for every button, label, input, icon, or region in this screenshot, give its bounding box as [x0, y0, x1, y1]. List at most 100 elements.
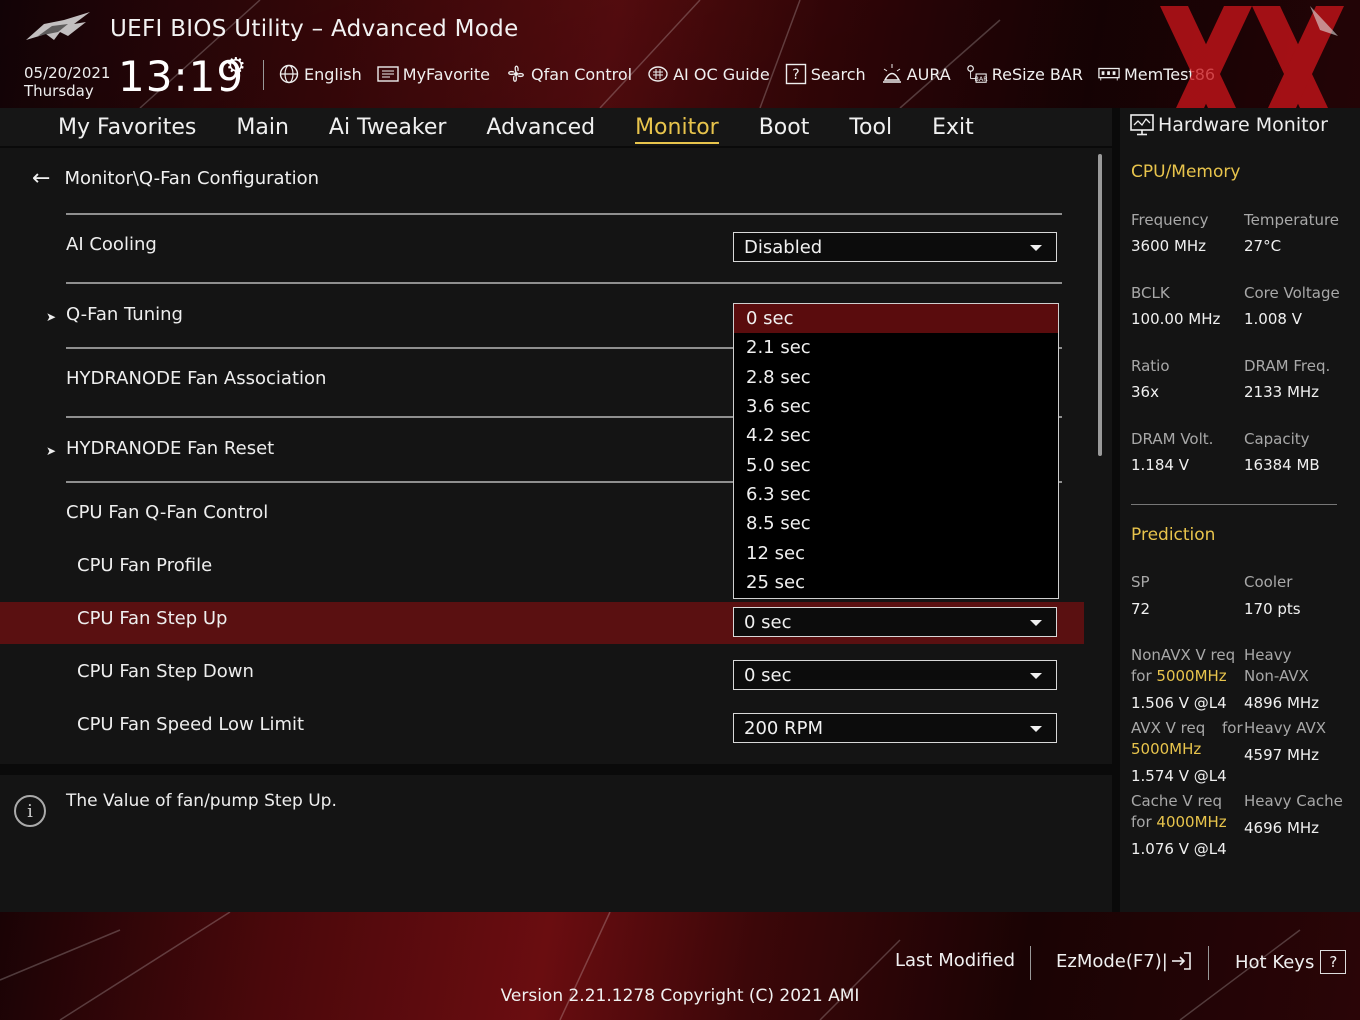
heavy-cache-value: 4696 MHz: [1244, 819, 1320, 837]
footer-links: Last Modified EzMode(F7)| Hot Keys ?: [0, 946, 1360, 980]
toolbar-english[interactable]: English: [278, 62, 362, 86]
cpu-fan-profile-label: CPU Fan Profile: [77, 555, 213, 576]
toolbar-qfan-control-label: Qfan Control: [531, 64, 633, 84]
cpu-fan-speed-low-limit-select[interactable]: 200 RPM: [733, 713, 1057, 743]
dropdown-option[interactable]: 4.2 sec: [734, 421, 1058, 450]
prediction-heading: Prediction: [1131, 525, 1216, 545]
cpu-fan-qfan-control-label: CPU Fan Q-Fan Control: [66, 502, 269, 523]
dropdown-option[interactable]: 0 sec: [734, 304, 1058, 334]
help-panel: i The Value of fan/pump Step Up.: [0, 775, 1112, 912]
svg-text:BAR: BAR: [974, 75, 987, 83]
rog-logo: [26, 12, 90, 40]
dram-volt-value: 1.184 V: [1131, 456, 1189, 474]
chevron-down-icon: [1030, 620, 1042, 626]
cpu-fan-step-down-select[interactable]: 0 sec: [733, 660, 1057, 690]
toolbar-qfan-control[interactable]: Qfan Control: [505, 62, 632, 86]
dram-freq-label: DRAM Freq.: [1244, 357, 1331, 375]
hydranode-association-label: HYDRANODE Fan Association: [66, 368, 327, 389]
help-text: The Value of fan/pump Step Up.: [66, 791, 337, 811]
dropdown-option[interactable]: 8.5 sec: [734, 509, 1058, 538]
dropdown-option[interactable]: 25 sec: [734, 568, 1058, 597]
header-separator: [263, 60, 264, 90]
heavy-cache-label: Heavy Cache: [1244, 792, 1343, 810]
toolbar-aura[interactable]: AURA: [881, 62, 951, 86]
heavy-nonavx-label-2: Non-AVX: [1244, 667, 1309, 685]
svg-text:?: ?: [792, 67, 799, 83]
monitor-icon: [1130, 114, 1154, 136]
bclk-value: 100.00 MHz: [1131, 310, 1221, 328]
dropdown-option[interactable]: 12 sec: [734, 538, 1058, 567]
cpu-fan-step-down-label: CPU Fan Step Down: [77, 661, 254, 682]
dropdown-option[interactable]: 5.0 sec: [734, 450, 1058, 479]
last-modified-button[interactable]: Last Modified: [895, 950, 1015, 971]
capacity-label: Capacity: [1244, 430, 1310, 448]
cpu-fan-step-down-value: 0 sec: [744, 664, 792, 686]
heavy-nonavx-label-1: Heavy: [1244, 646, 1292, 664]
scrollbar[interactable]: [1098, 154, 1102, 456]
toolbar-ai-oc-guide[interactable]: AI OC Guide: [647, 62, 770, 86]
avx-vreq-text: AVX V req: [1131, 719, 1206, 737]
dropdown-option[interactable]: 2.8 sec: [734, 363, 1058, 392]
tab-boot[interactable]: Boot: [759, 115, 810, 140]
memory-icon: [1098, 63, 1120, 85]
toolbar-aura-label: AURA: [906, 64, 951, 84]
core-voltage-value: 1.008 V: [1244, 310, 1302, 328]
heavy-nonavx-value: 4896 MHz: [1244, 694, 1320, 712]
nonavx-vreq-value: 1.506 V @L4: [1131, 694, 1227, 712]
ai-cooling-select[interactable]: Disabled: [733, 232, 1057, 262]
toolbar-resize-bar[interactable]: BAR ReSize BAR: [966, 62, 1083, 86]
dropdown-option[interactable]: 3.6 sec: [734, 392, 1058, 421]
cpu-fan-step-up-label: CPU Fan Step Up: [77, 608, 228, 629]
frequency-value: 3600 MHz: [1131, 237, 1207, 255]
tab-my-favorites[interactable]: My Favorites: [58, 115, 196, 140]
date-text: 05/20/2021: [24, 64, 111, 82]
footer-separator: [1208, 946, 1209, 980]
dram-freq-value: 2133 MHz: [1244, 383, 1320, 401]
toolbar-english-label: English: [304, 64, 362, 84]
ezmode-button[interactable]: EzMode(F7)|: [1056, 950, 1194, 972]
ezmode-label: EzMode(F7)|: [1056, 950, 1168, 972]
qfan-tuning-item[interactable]: Q-Fan Tuning: [66, 304, 183, 325]
ai-cooling-value: Disabled: [744, 236, 823, 258]
toolbar-myfavorite[interactable]: MyFavorite: [377, 62, 490, 86]
tab-exit[interactable]: Exit: [932, 115, 974, 140]
tab-advanced[interactable]: Advanced: [486, 115, 595, 140]
avx-target-freq: 5000MHz: [1131, 740, 1202, 758]
info-icon: i: [14, 795, 46, 827]
version-text: Version 2.21.1278 Copyright (C) 2021 AMI: [500, 986, 860, 1006]
resize-bar-icon: BAR: [966, 63, 988, 85]
toolbar-search[interactable]: ? Search: [785, 62, 866, 86]
ai-chip-icon: [647, 63, 669, 85]
capacity-value: 16384 MB: [1244, 456, 1320, 474]
tab-main[interactable]: Main: [236, 115, 289, 140]
breadcrumb-path: Monitor\Q-Fan Configuration: [64, 168, 320, 189]
dropdown-option[interactable]: 6.3 sec: [734, 480, 1058, 509]
cpu-fan-speed-low-limit-label: CPU Fan Speed Low Limit: [77, 714, 305, 735]
dram-volt-label: DRAM Volt.: [1131, 430, 1214, 448]
tab-tool[interactable]: Tool: [849, 115, 892, 140]
hardware-monitor-panel: Hardware Monitor CPU/Memory Frequency Te…: [1120, 108, 1360, 912]
divider: [66, 213, 1062, 215]
tab-ai-tweaker[interactable]: Ai Tweaker: [329, 115, 447, 140]
date-display: 05/20/2021 Thursday: [24, 64, 110, 100]
day-text: Thursday: [24, 82, 94, 100]
hydranode-fan-reset-item[interactable]: HYDRANODE Fan Reset: [66, 438, 274, 459]
temperature-label: Temperature: [1244, 211, 1340, 229]
back-arrow-icon[interactable]: ←: [32, 166, 50, 191]
ratio-label: Ratio: [1131, 357, 1170, 375]
dropdown-option[interactable]: 2.1 sec: [734, 333, 1058, 362]
nonavx-target-freq: 5000MHz: [1156, 667, 1227, 685]
heavy-avx-label: Heavy AVX: [1244, 719, 1327, 737]
hot-keys-label: Hot Keys: [1235, 951, 1315, 973]
cpu-fan-step-up-select[interactable]: 0 sec: [733, 607, 1057, 637]
tab-monitor[interactable]: Monitor: [635, 115, 719, 144]
cpu-memory-heading: CPU/Memory: [1131, 162, 1241, 182]
gear-icon[interactable]: ⚙: [226, 54, 246, 79]
hot-keys-button[interactable]: Hot Keys ?: [1235, 950, 1347, 974]
bclk-label: BCLK: [1131, 284, 1170, 302]
footer-separator: [1030, 946, 1031, 980]
aura-light-icon: [881, 63, 903, 85]
app-title: UEFI BIOS Utility – Advanced Mode: [110, 16, 519, 42]
core-voltage-label: Core Voltage: [1244, 284, 1340, 302]
sp-value: 72: [1131, 600, 1151, 618]
